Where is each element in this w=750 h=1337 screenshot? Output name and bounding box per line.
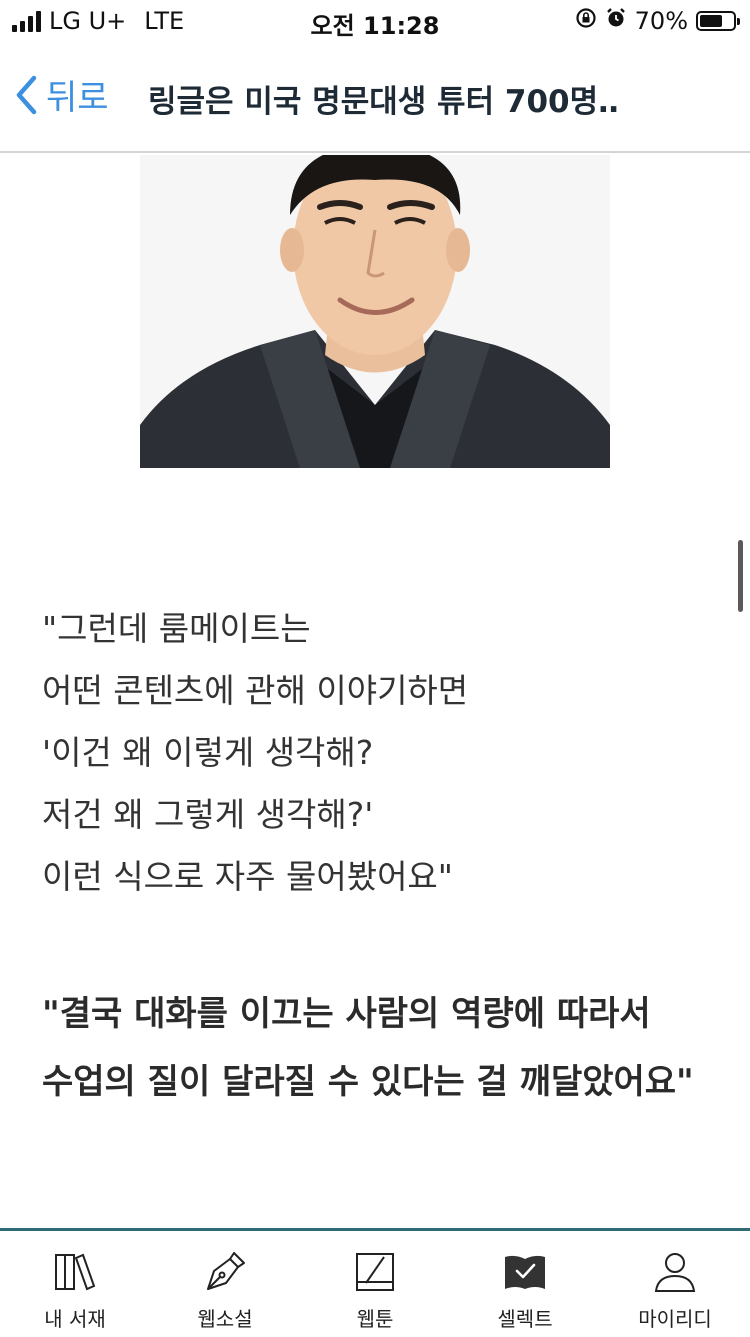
rotation-lock-icon bbox=[575, 7, 597, 35]
person-icon bbox=[652, 1249, 698, 1295]
tab-label: 웹툰 bbox=[356, 1307, 394, 1331]
tab-label: 내 서재 bbox=[44, 1307, 106, 1331]
webtoon-icon bbox=[352, 1249, 398, 1295]
back-label: 뒤로 bbox=[46, 78, 109, 118]
back-button[interactable]: 뒤로 bbox=[14, 70, 109, 119]
bottom-tab-bar: 내 서재 웹소설 웹툰 셀렉트 마이리디 bbox=[0, 1228, 750, 1337]
quote-line: 이런 식으로 자주 물어봤어요" bbox=[42, 857, 453, 896]
tab-label: 마이리디 bbox=[638, 1307, 712, 1331]
tab-webnovel[interactable]: 웹소설 bbox=[150, 1231, 300, 1337]
tab-myridi[interactable]: 마이리디 bbox=[600, 1231, 750, 1337]
battery-fill bbox=[700, 15, 723, 27]
article-photo bbox=[140, 155, 610, 468]
quote-paragraph: "그런데 룸메이트는 어떤 콘텐츠에 관해 이야기하면 '이건 왜 이렇게 생각… bbox=[42, 598, 722, 908]
quote-line: 저건 왜 그렇게 생각해?' bbox=[42, 795, 374, 834]
select-book-icon bbox=[502, 1249, 548, 1295]
quote-line: "그런데 룸메이트는 bbox=[42, 609, 311, 648]
page-title: 링글은 미국 명문대생 튜터 700명… bbox=[148, 84, 618, 120]
tab-label: 셀렉트 bbox=[497, 1307, 553, 1331]
emphasis-paragraph: "결국 대화를 이끄는 사람의 역량에 따라서 수업의 질이 달라질 수 있다는… bbox=[42, 980, 732, 1116]
scrollbar[interactable] bbox=[738, 540, 743, 612]
alarm-clock-icon bbox=[605, 7, 627, 35]
library-icon bbox=[52, 1249, 98, 1295]
battery-percent: 70% bbox=[634, 7, 688, 35]
emphasis-line: 수업의 질이 달라질 수 있다는 걸 깨달았어요" bbox=[42, 1062, 694, 1102]
battery-icon bbox=[696, 11, 740, 31]
emphasis-line: "결국 대화를 이끄는 사람의 역량에 따라서 bbox=[42, 994, 651, 1034]
quote-line: 어떤 콘텐츠에 관해 이야기하면 bbox=[42, 671, 469, 710]
tab-label: 웹소설 bbox=[197, 1307, 253, 1331]
status-right: 70% bbox=[575, 6, 740, 36]
navigation-bar: 뒤로 링글은 미국 명문대생 튜터 700명… bbox=[0, 40, 750, 153]
tab-webtoon[interactable]: 웹툰 bbox=[300, 1231, 450, 1337]
chevron-left-icon bbox=[16, 75, 37, 114]
quote-line: '이건 왜 이렇게 생각해? bbox=[42, 733, 374, 772]
status-bar: LG U+ LTE 오전 11:28 70% bbox=[0, 0, 750, 40]
pen-nib-icon bbox=[202, 1249, 248, 1295]
tab-select[interactable]: 셀렉트 bbox=[450, 1231, 600, 1337]
tab-library[interactable]: 내 서재 bbox=[0, 1231, 150, 1337]
